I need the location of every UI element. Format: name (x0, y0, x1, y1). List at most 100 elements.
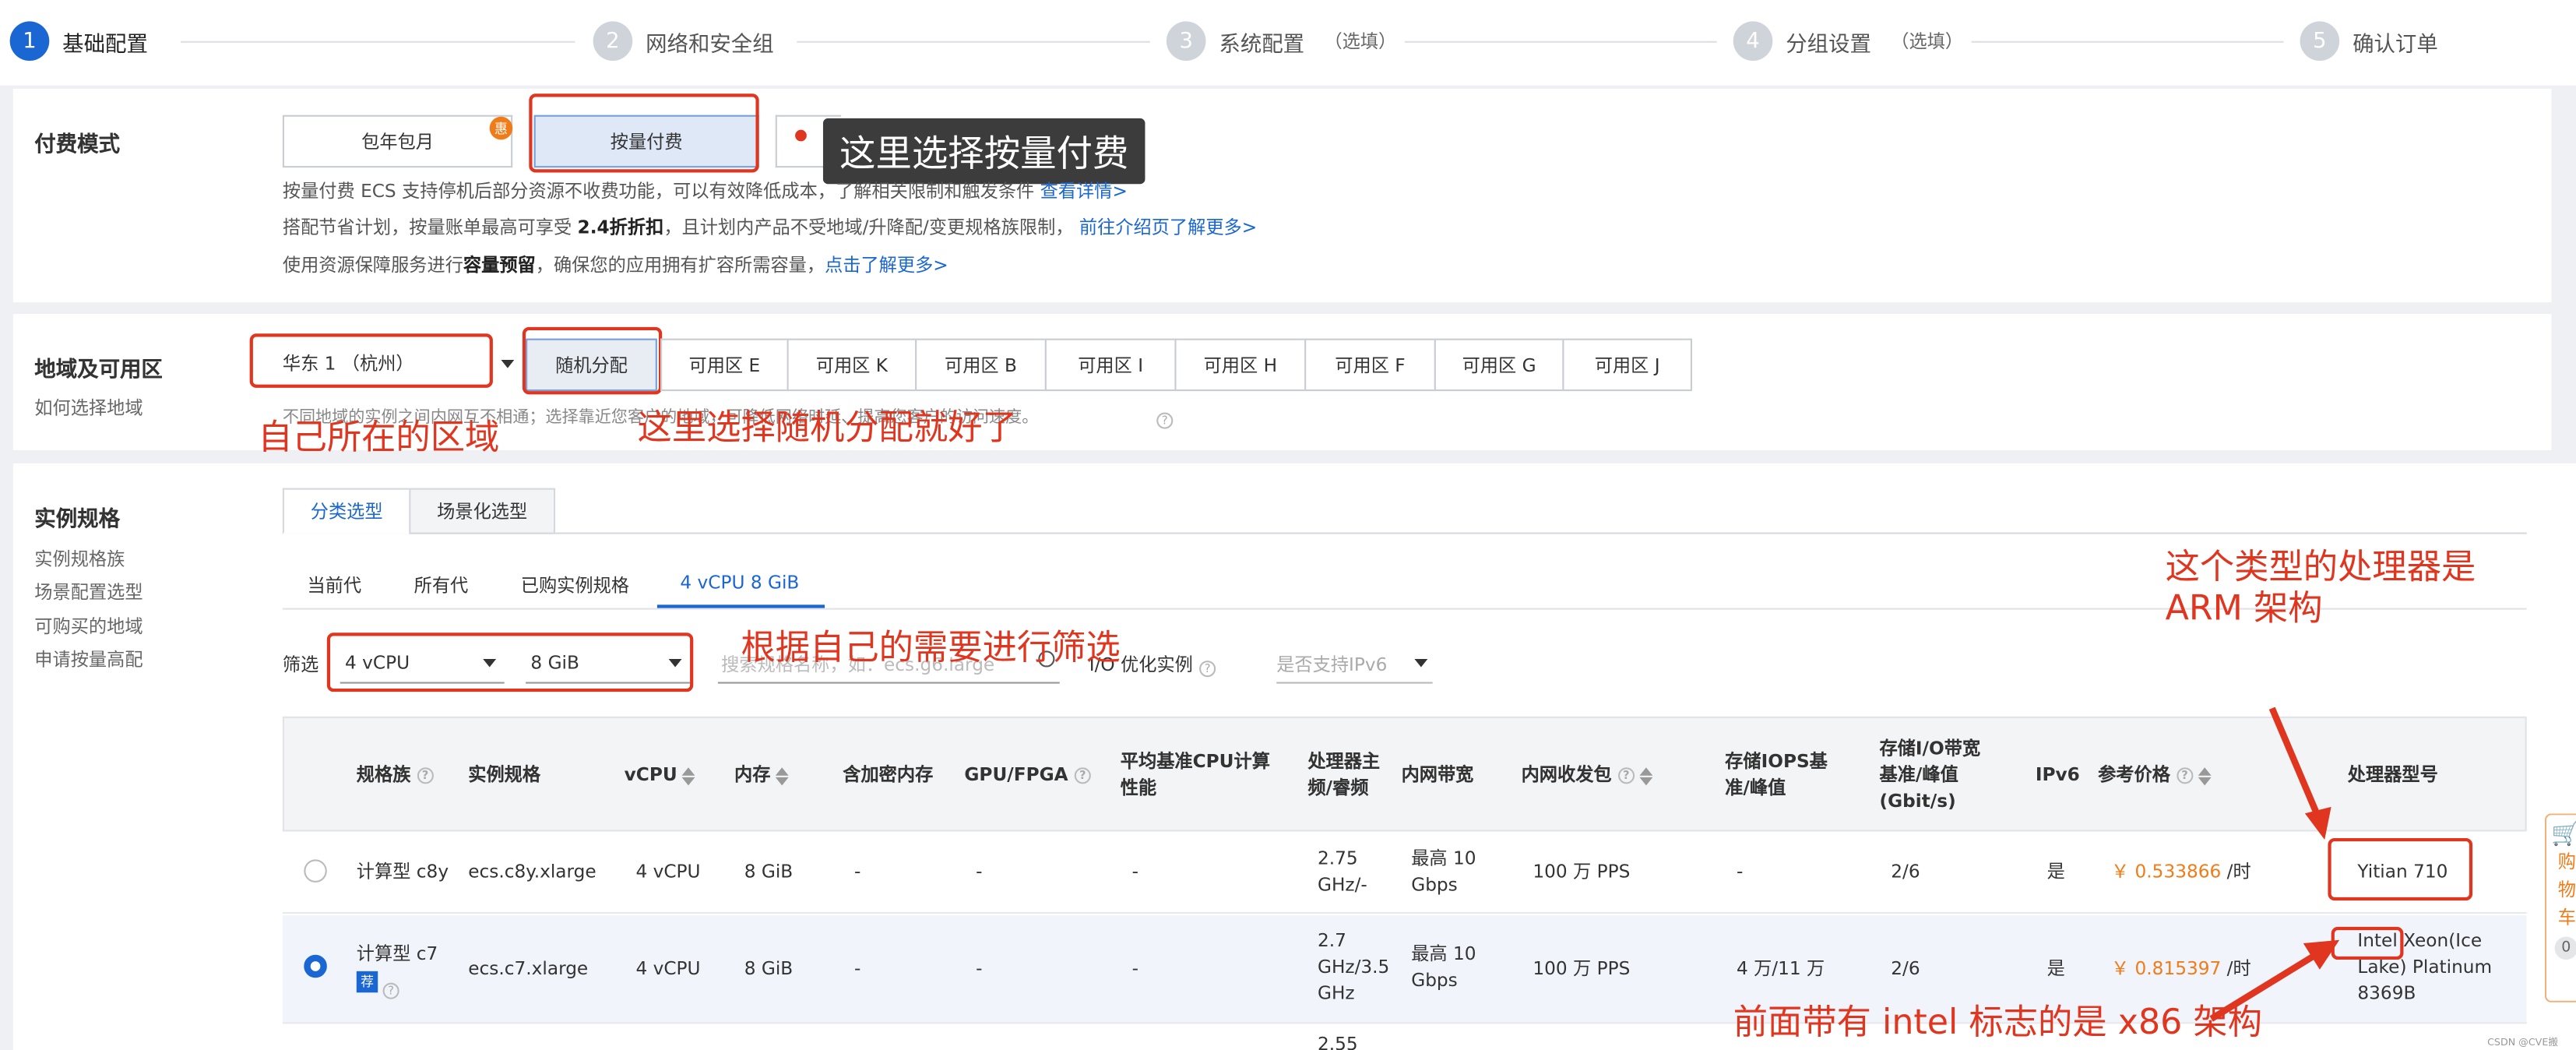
tab-scenario-label: 场景化选型 (437, 501, 528, 523)
zone-e-label: 可用区 E (688, 354, 761, 377)
help-icon[interactable]: ? (1617, 767, 1635, 784)
zone-j[interactable]: 可用区 J (1562, 338, 1692, 392)
sort-icon[interactable] (682, 766, 695, 785)
tab-category[interactable]: 分类选型 (282, 488, 411, 534)
cell-pps: 100 万 PPS (1533, 861, 1631, 883)
step-divider (1971, 41, 2284, 43)
step-1-label: 基础配置 (62, 32, 148, 57)
th-io-bw: 存储I/O带宽基准/峰值(Gbit/s) (1879, 738, 1981, 812)
cell-spec: ecs.c7.xlarge (468, 957, 589, 980)
step-3[interactable]: 3 系统配置 （选填） (1166, 21, 1396, 62)
zone-random[interactable]: 随机分配 (526, 338, 657, 392)
sort-icon[interactable] (1639, 766, 1653, 785)
zone-annotation: 这里选择随机分配就好了 (637, 407, 1017, 447)
cell-ipv6: 是 (2046, 957, 2065, 980)
spec-link-apply[interactable]: 申请按量高配 (34, 646, 143, 672)
spec-link-regions[interactable]: 可购买的地域 (34, 613, 143, 640)
step-2[interactable]: 2 网络和安全组 (593, 21, 774, 62)
ipv6-select[interactable]: 是否支持IPv6 (1276, 644, 1433, 684)
step-bar: 1 基础配置 2 网络和安全组 3 系统配置 （选填） 4 分组设置 （选填） … (0, 0, 2576, 86)
zone-random-label: 随机分配 (555, 354, 628, 377)
help-icon[interactable]: ? (1074, 767, 1091, 784)
billing-desc-3-bold: 容量预留 (463, 255, 536, 277)
cell-ipv6: 是 (2046, 861, 2065, 883)
th-vcpu[interactable]: vCPU (625, 763, 695, 789)
zone-e[interactable]: 可用区 E (660, 338, 789, 392)
zone-h[interactable]: 可用区 H (1174, 338, 1307, 392)
step-1[interactable]: 1 基础配置 (9, 21, 148, 62)
row-radio[interactable] (304, 859, 327, 883)
step-3-number: 3 (1166, 21, 1206, 62)
zone-i[interactable]: 可用区 I (1044, 338, 1177, 392)
payg-option[interactable]: 按量付费 (533, 115, 759, 168)
help-icon[interactable]: ? (417, 767, 434, 784)
step-5[interactable]: 5 确认订单 (2300, 21, 2438, 62)
help-icon[interactable]: ? (382, 981, 399, 999)
help-icon[interactable]: ? (2177, 767, 2194, 784)
zone-b-label: 可用区 B (945, 354, 1017, 377)
billing-desc-2: 搭配节省计划，按量账单最高可享受 2.4折折扣，且计划内产品不受地域/升降配/变… (283, 213, 1257, 240)
zone-f[interactable]: 可用区 F (1304, 338, 1436, 392)
arrow-icon (2209, 939, 2340, 1022)
step-4-label: 分组设置 (1786, 32, 1871, 57)
cell-iops: - (1736, 861, 1744, 883)
billing-annotation: 这里选择按量付费 (822, 118, 1145, 185)
billing-desc-2-bold: 2.4折折扣 (577, 217, 664, 238)
tab-underline (282, 532, 2527, 534)
billing-desc-1: 按量付费 ECS 支持停机后部分资源不收费功能，可以有效降低成本，了解相关限制和… (283, 178, 1128, 204)
subtab-purchased[interactable]: 已购实例规格 (521, 572, 629, 598)
th-family-label: 规格族 (356, 764, 411, 786)
zone-k[interactable]: 可用区 K (787, 338, 917, 392)
capacity-link[interactable]: 点击了解更多> (825, 255, 948, 276)
subtab-4c8g[interactable]: 4 vCPU 8 GiB (680, 572, 799, 593)
th-pps: 内网收发包 ? (1521, 763, 1653, 789)
vcpu-select[interactable]: 4 vCPU (340, 644, 505, 684)
subtab-all[interactable]: 所有代 (414, 572, 469, 598)
io-help-icon[interactable]: ? (1199, 650, 1216, 682)
cell-freq: 2.75 GHz/- (1317, 847, 1367, 896)
region-select-value: 华东 1 （杭州） (282, 353, 414, 375)
sort-icon[interactable] (2198, 766, 2212, 785)
th-pps-label: 内网收发包 (1521, 764, 1612, 786)
mem-select[interactable]: 8 GiB (526, 644, 691, 684)
th-iops: 存储IOPS基准/峰值 (1725, 751, 1828, 799)
step-2-number: 2 (593, 21, 633, 62)
step-4[interactable]: 4 分组设置 （选填） (1733, 21, 1963, 62)
th-family: 规格族 ? (357, 763, 434, 789)
th-baseline: 平均基准CPU计算性能 (1120, 751, 1270, 799)
region-select[interactable]: 华东 1 （杭州） (263, 339, 493, 388)
sort-icon[interactable] (775, 766, 789, 785)
th-gpu-label: GPU/FPGA (964, 764, 1068, 786)
subtab-current[interactable]: 当前代 (308, 572, 362, 598)
filter-label: 筛选 (282, 654, 319, 676)
spec-link-scenario[interactable]: 场景配置选型 (34, 579, 143, 605)
th-mem[interactable]: 内存 (734, 763, 789, 789)
spec-link-family[interactable]: 实例规格族 (34, 545, 125, 572)
zone-g[interactable]: 可用区 G (1434, 338, 1564, 392)
tab-scenario[interactable]: 场景化选型 (409, 488, 556, 534)
cell-spec: ecs.c8y.xlarge (468, 861, 596, 883)
region-help-link[interactable]: 如何选择地域 (34, 394, 143, 421)
cell-gpu: - (976, 861, 983, 883)
ipv6-select-placeholder: 是否支持IPv6 (1276, 653, 1388, 675)
row-radio[interactable] (304, 954, 327, 978)
cell-enc: - (854, 861, 861, 883)
cell-mem: 8 GiB (744, 861, 794, 883)
cell-price-unit: /时 (2226, 861, 2251, 883)
help-icon[interactable]: ? (1156, 403, 1174, 434)
savings-plan-link[interactable]: 前往介绍页了解更多> (1079, 217, 1257, 238)
recommend-badge: 荐 (356, 971, 378, 993)
billing-desc-3-post: ，确保您的应用拥有扩容所需容量， (535, 255, 825, 277)
cell-io-bw: 2/6 (1891, 957, 1920, 980)
billing-desc-2-post: ，且计划内产品不受地域/升降配/变更规格族限制， (663, 217, 1074, 238)
billing-details-link[interactable]: 查看详情> (1040, 181, 1128, 202)
zone-b[interactable]: 可用区 B (915, 338, 1047, 392)
payg-option-label: 按量付费 (610, 131, 683, 153)
th-gpu: GPU/FPGA ? (964, 763, 1091, 789)
cart-widget[interactable]: 🛒 购物车 0 (2544, 813, 2576, 1002)
cell-baseline: - (1131, 957, 1138, 980)
region-dropdown-icon[interactable] (501, 360, 515, 368)
monthly-option[interactable]: 包年包月 (282, 115, 513, 168)
step-5-label: 确认订单 (2353, 32, 2438, 57)
zone-g-label: 可用区 G (1462, 354, 1536, 377)
